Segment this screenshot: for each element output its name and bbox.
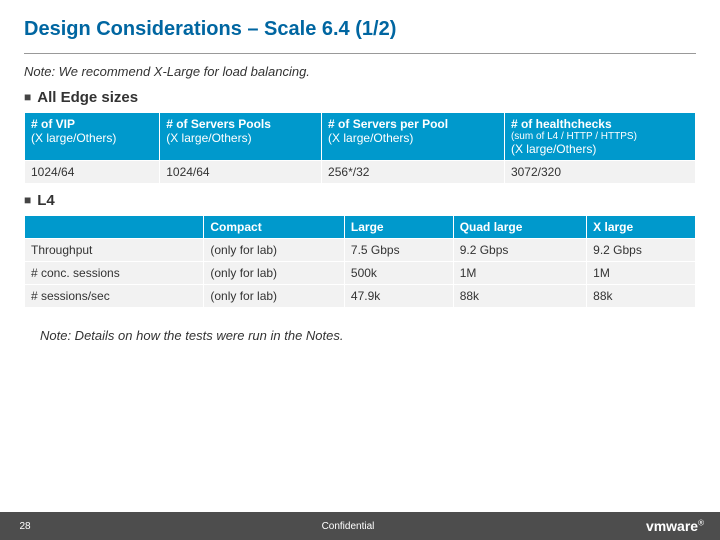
col-healthchecks: # of healthchecks(sum of L4 / HTTP / HTT… — [504, 113, 695, 161]
table-row: 1024/64 1024/64 256*/32 3072/320 — [25, 161, 696, 184]
col-xlarge: X large — [587, 216, 696, 239]
slide: Design Considerations – Scale 6.4 (1/2) … — [0, 0, 720, 540]
table-row: # conc. sessions (only for lab) 500k 1M … — [25, 262, 696, 285]
section-all-edge: All Edge sizes — [0, 89, 720, 110]
table-row: Throughput (only for lab) 7.5 Gbps 9.2 G… — [25, 239, 696, 262]
confidential-label: Confidential — [50, 521, 646, 532]
col-servers-per-pool: # of Servers per Pool(X large/Others) — [322, 113, 505, 161]
edge-sizes-table: # of VIP(X large/Others) # of Servers Po… — [24, 112, 696, 184]
recommendation-note: Note: We recommend X-Large for load bala… — [0, 64, 720, 89]
col-large: Large — [344, 216, 453, 239]
col-metric — [25, 216, 204, 239]
col-quad: Quad large — [453, 216, 586, 239]
col-pools: # of Servers Pools(X large/Others) — [160, 113, 322, 161]
footer: 28 Confidential vmware® — [0, 512, 720, 540]
tests-note: Note: Details on how the tests were run … — [0, 316, 720, 355]
l4-table: Compact Large Quad large X large Through… — [24, 215, 696, 308]
vmware-logo: vmware® — [646, 518, 720, 534]
section-l4: L4 — [0, 192, 720, 213]
page-title: Design Considerations – Scale 6.4 (1/2) — [0, 0, 720, 49]
col-vip: # of VIP(X large/Others) — [25, 113, 160, 161]
divider — [24, 53, 696, 54]
page-number: 28 — [0, 521, 50, 532]
table-row: # sessions/sec (only for lab) 47.9k 88k … — [25, 285, 696, 308]
col-compact: Compact — [204, 216, 345, 239]
